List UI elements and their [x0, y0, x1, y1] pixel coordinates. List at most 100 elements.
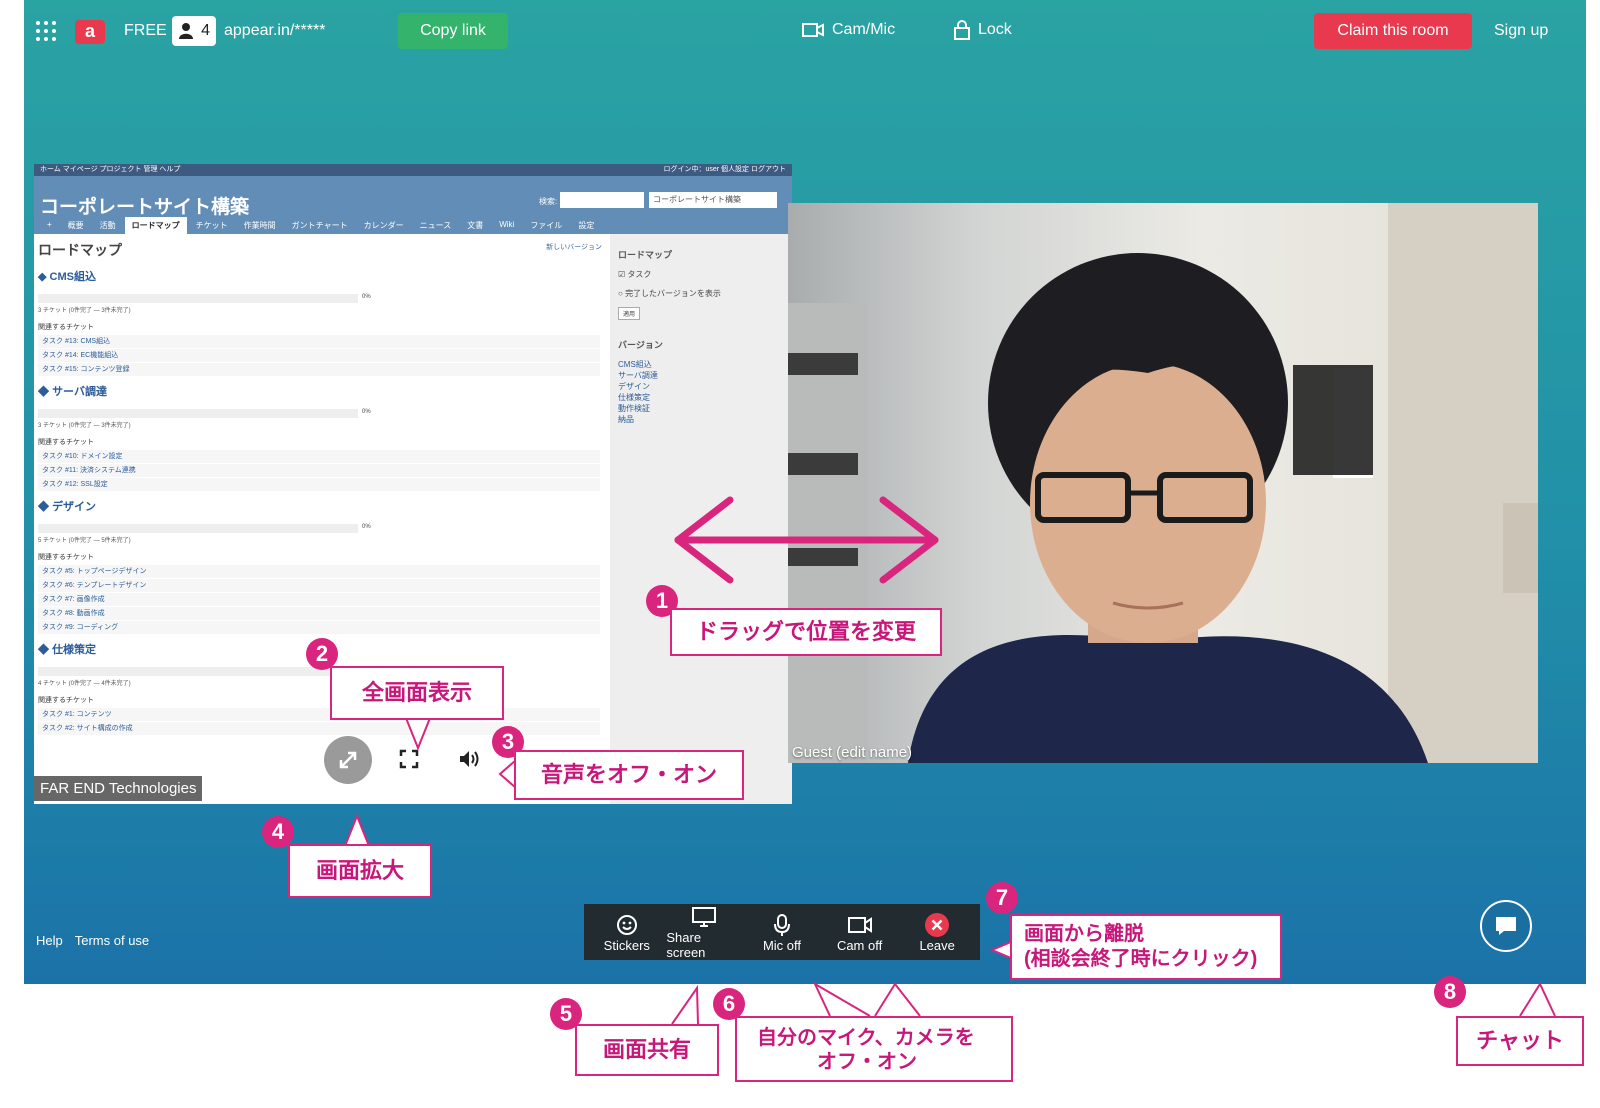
redmine-progress-percent: 0%: [362, 524, 371, 530]
person-icon: [179, 23, 193, 39]
redmine-tab: ニュース: [419, 221, 452, 230]
leave-label: Leave: [919, 937, 955, 953]
fullscreen-button[interactable]: [396, 746, 422, 772]
redmine-tab: Wiki: [499, 220, 515, 229]
redmine-progress-bar: 0%: [38, 294, 371, 303]
zoom-button[interactable]: [324, 736, 372, 784]
redmine-progress-bar: 0%: [38, 667, 371, 676]
fullscreen-icon: [399, 749, 419, 769]
redmine-body: ロードマップ 新しいバージョン ◆ CMS組込 0% 3 チケット (0件完了 — …: [34, 234, 792, 804]
close-icon: [924, 912, 950, 938]
redmine-ticket-row: タスク #11: 決済システム連携: [38, 464, 600, 478]
redmine-version-link: 仕様策定: [618, 393, 650, 402]
redmine-related-label: 関連するチケット: [38, 697, 94, 704]
annotation-chat: チャット: [1456, 1016, 1584, 1066]
copy-link-button[interactable]: Copy link: [398, 13, 508, 49]
webcam-name-label[interactable]: Guest (edit name): [792, 744, 912, 761]
redmine-ticket-row: タスク #9: コーディング: [38, 621, 600, 635]
redmine-option-task-label: タスク: [627, 270, 652, 279]
control-bar: Stickers Share screen Mic off Cam off Le…: [584, 904, 980, 960]
redmine-versions-title: バージョン: [618, 340, 663, 350]
camera-icon: [802, 23, 824, 37]
redmine-ticket-row: タスク #10: ドメイン設定: [38, 450, 600, 464]
redmine-progress-percent: 0%: [362, 409, 371, 415]
redmine-version-link: 動作検証: [618, 404, 650, 413]
redmine-version-link: CMS組込: [618, 360, 652, 369]
redmine-tab: 概要: [67, 221, 84, 230]
leave-button[interactable]: Leave: [899, 912, 975, 953]
mic-off-button[interactable]: Mic off: [744, 912, 820, 953]
share-screen-button[interactable]: Share screen: [666, 904, 742, 960]
annotation-number-6: 6: [713, 988, 745, 1020]
user-count: 4: [201, 22, 210, 39]
webcam-person-image: [788, 203, 1538, 763]
cam-off-button[interactable]: Cam off: [822, 912, 898, 953]
redmine-version-name: ◆ サーバ調達: [38, 386, 107, 398]
redmine-project-title: コーポレートサイト構築: [40, 197, 250, 218]
speaker-icon: [460, 751, 479, 767]
user-count-badge: 4: [172, 16, 216, 46]
shared-screen-video[interactable]: ホーム マイページ プロジェクト 管理 ヘルプ ログイン中：user 個人設定 …: [34, 164, 792, 804]
redmine-tab: カレンダー: [363, 221, 404, 230]
redmine-version-name: ◆ CMS組込: [38, 271, 96, 283]
smiley-icon: [615, 912, 639, 938]
claim-room-button[interactable]: Claim this room: [1314, 13, 1472, 49]
terms-link[interactable]: Terms of use: [75, 933, 149, 948]
redmine-version-meta: 3 チケット (0件完了 — 3件未完了): [38, 308, 131, 314]
grid-icon[interactable]: [36, 21, 56, 41]
chat-bubble-icon: [1496, 917, 1516, 935]
sign-up-link[interactable]: Sign up: [1494, 22, 1548, 40]
share-callout-tail: [671, 984, 699, 1025]
annotation-share-screen: 画面共有: [575, 1024, 719, 1076]
redmine-roadmap: ロードマップ 新しいバージョン ◆ CMS組込 0% 3 チケット (0件完了 — …: [38, 234, 606, 804]
redmine-version-link: デザイン: [618, 382, 650, 391]
redmine-page-heading: ロードマップ: [38, 242, 122, 258]
redmine-related-label: 関連するチケット: [38, 439, 94, 446]
footer-links: Help Terms of use: [36, 933, 149, 948]
redmine-top-links: ホーム マイページ プロジェクト 管理 ヘルプ: [40, 166, 181, 173]
webcam-video[interactable]: Guest (edit name): [788, 203, 1538, 763]
redmine-progress-bar: 0%: [38, 409, 371, 418]
redmine-option-task: ☑ タスク: [618, 270, 652, 279]
redmine-version-link: 納品: [618, 415, 634, 424]
redmine-tab: 設定: [578, 221, 595, 230]
chat-button[interactable]: [1480, 900, 1532, 952]
redmine-project-select: コーポレートサイト構築: [649, 192, 777, 208]
cam-off-label: Cam off: [836, 937, 883, 953]
redmine-apply-button: 適用: [618, 307, 641, 320]
redmine-ticket-row: タスク #6: テンプレートデザイン: [38, 579, 600, 593]
redmine-version-meta: 3 チケット (0件完了 — 3件未完了): [38, 423, 131, 429]
redmine-progress-percent: 0%: [362, 667, 371, 673]
redmine-version: ◆ 仕様策定 0% 4 チケット (0件完了 — 4件未完了) 関連するチケット タスク…: [38, 641, 606, 736]
stickers-button[interactable]: Stickers: [589, 912, 665, 953]
help-link[interactable]: Help: [36, 933, 63, 948]
redmine-ticket-row: タスク #2: サイト構成の作成: [38, 722, 600, 736]
annotation-mic-cam: 自分のマイク、カメラを オフ・オン: [735, 1016, 1013, 1082]
chat-callout-tail: [1519, 981, 1556, 1017]
mic-off-label: Mic off: [762, 937, 802, 953]
lock-button[interactable]: Lock: [954, 20, 1012, 40]
lock-icon: [954, 20, 970, 40]
redmine-version-name: ◆ 仕様策定: [38, 644, 97, 656]
appear-in-logo[interactable]: a: [75, 20, 105, 44]
annotation-number-5: 5: [550, 998, 582, 1030]
redmine-ticket-row: タスク #1: コンテンツ: [38, 708, 600, 722]
volume-button[interactable]: [456, 746, 482, 772]
appear-in-window: a FREE 4 appear.in/***** Copy link Cam/M…: [24, 0, 1586, 984]
redmine-top-menu: ホーム マイページ プロジェクト 管理 ヘルプ ログイン中：user 個人設定 …: [34, 164, 792, 176]
cam-mic-button[interactable]: Cam/Mic: [802, 21, 895, 39]
room-url: appear.in/*****: [224, 22, 326, 39]
redmine-version: ◆ デザイン 0% 5 チケット (0件完了 — 5件未完了) 関連するチケット タスク…: [38, 498, 606, 635]
redmine-tab: ロードマップ: [124, 217, 187, 234]
redmine-related-label: 関連するチケット: [38, 324, 94, 331]
camera-icon: [847, 912, 873, 938]
redmine-tab: 作業時間: [243, 221, 276, 230]
redmine-tab: +: [47, 220, 52, 229]
shared-screen-label: FAR END Technologies: [34, 776, 203, 801]
redmine-header: コーポレートサイト構築 検索: コーポレートサイト構築 + 概要 活動 ロードマップチ…: [34, 176, 792, 234]
redmine-ticket-row: タスク #5: トップページデザイン: [38, 565, 600, 579]
redmine-tab: ファイル: [530, 221, 563, 230]
redmine-search-input: [560, 192, 644, 208]
redmine-ticket-row: タスク #14: EC機能組込: [38, 349, 600, 363]
redmine-option-completed: ○ 完了したバージョンを表示: [618, 289, 721, 298]
